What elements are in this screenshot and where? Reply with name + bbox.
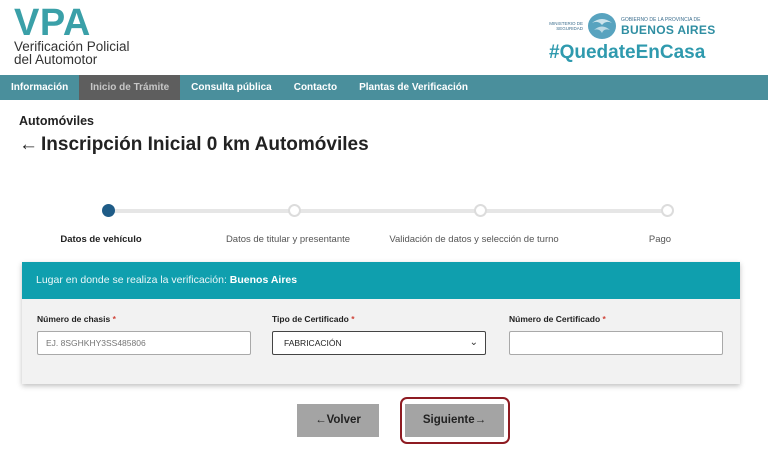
step-label-1: Datos de vehículo: [60, 234, 142, 245]
step-dot-2: [288, 204, 301, 217]
step-dot-3: [474, 204, 487, 217]
siguiente-button[interactable]: Siguiente→: [405, 404, 504, 437]
chasis-field: Número de chasis *: [37, 314, 251, 355]
progress-stepper: Datos de vehículo Datos de titular y pre…: [0, 200, 768, 250]
step-dot-1: [102, 204, 115, 217]
chasis-label-text: Número de chasis: [37, 314, 111, 324]
verification-place-banner: Lugar en donde se realiza la verificació…: [22, 262, 740, 299]
required-mark: *: [602, 314, 606, 324]
chevron-down-icon: ⌄: [469, 337, 478, 348]
tipo-certificado-select[interactable]: FABRICACIÓN ⌄: [272, 331, 486, 355]
numero-certificado-label-text: Número de Certificado: [509, 314, 601, 324]
step-label-3: Validación de datos y selección de turno: [389, 234, 559, 245]
main-nav: Información Inicio de Trámite Consulta p…: [0, 75, 768, 100]
section-label: Automóviles: [19, 114, 95, 128]
chasis-label: Número de chasis *: [37, 314, 251, 325]
numero-certificado-input[interactable]: [509, 331, 723, 355]
verification-place-value: Buenos Aires: [229, 274, 298, 286]
chasis-input[interactable]: [37, 331, 251, 355]
buenos-aires-label: BUENOS AIRES: [621, 23, 716, 37]
tipo-certificado-label-text: Tipo de Certificado: [272, 314, 349, 324]
required-mark: *: [351, 314, 355, 324]
vehicle-data-panel: Lugar en donde se realiza la verificació…: [22, 262, 740, 384]
stepper-track: [108, 209, 668, 213]
volver-button[interactable]: ←Volver: [297, 404, 379, 437]
nav-item-consulta-publica[interactable]: Consulta pública: [180, 75, 283, 100]
required-mark: *: [112, 314, 116, 324]
government-logo: MINISTERIO DE SEGURIDAD GOBIERNO DE LA P…: [549, 8, 759, 66]
step-dot-4: [661, 204, 674, 217]
page-title: ← Inscripción Inicial 0 km Automóviles: [19, 134, 369, 156]
tipo-certificado-label: Tipo de Certificado *: [272, 314, 486, 325]
province-emblem-icon: [588, 13, 616, 39]
nav-item-contacto[interactable]: Contacto: [283, 75, 348, 100]
numero-certificado-field: Número de Certificado *: [509, 314, 723, 355]
nav-item-plantas[interactable]: Plantas de Verificación: [348, 75, 479, 100]
tipo-certificado-value: FABRICACIÓN: [284, 338, 342, 348]
back-arrow-icon[interactable]: ←: [19, 134, 38, 156]
page-title-text: Inscripción Inicial 0 km Automóviles: [41, 134, 369, 155]
vpa-logo-subtitle: Verificación Policial del Automotor: [14, 40, 130, 67]
hashtag-quedate: #QuedateEnCasa: [549, 42, 706, 63]
tipo-certificado-field: Tipo de Certificado * FABRICACIÓN ⌄: [272, 314, 486, 355]
verification-place-text: Lugar en donde se realiza la verificació…: [36, 274, 230, 286]
nav-item-informacion[interactable]: Información: [0, 75, 79, 100]
ministry-label: MINISTERIO DE SEGURIDAD: [549, 21, 583, 31]
vpa-logo[interactable]: VPA: [14, 4, 91, 42]
nav-item-inicio-tramite[interactable]: Inicio de Trámite: [79, 75, 181, 100]
site-header: VPA Verificación Policial del Automotor …: [0, 0, 768, 74]
step-label-2: Datos de titular y presentante: [225, 234, 351, 245]
step-label-4: Pago: [648, 234, 672, 245]
logo-sub-line2: del Automotor: [14, 52, 98, 67]
numero-certificado-label: Número de Certificado *: [509, 314, 723, 325]
